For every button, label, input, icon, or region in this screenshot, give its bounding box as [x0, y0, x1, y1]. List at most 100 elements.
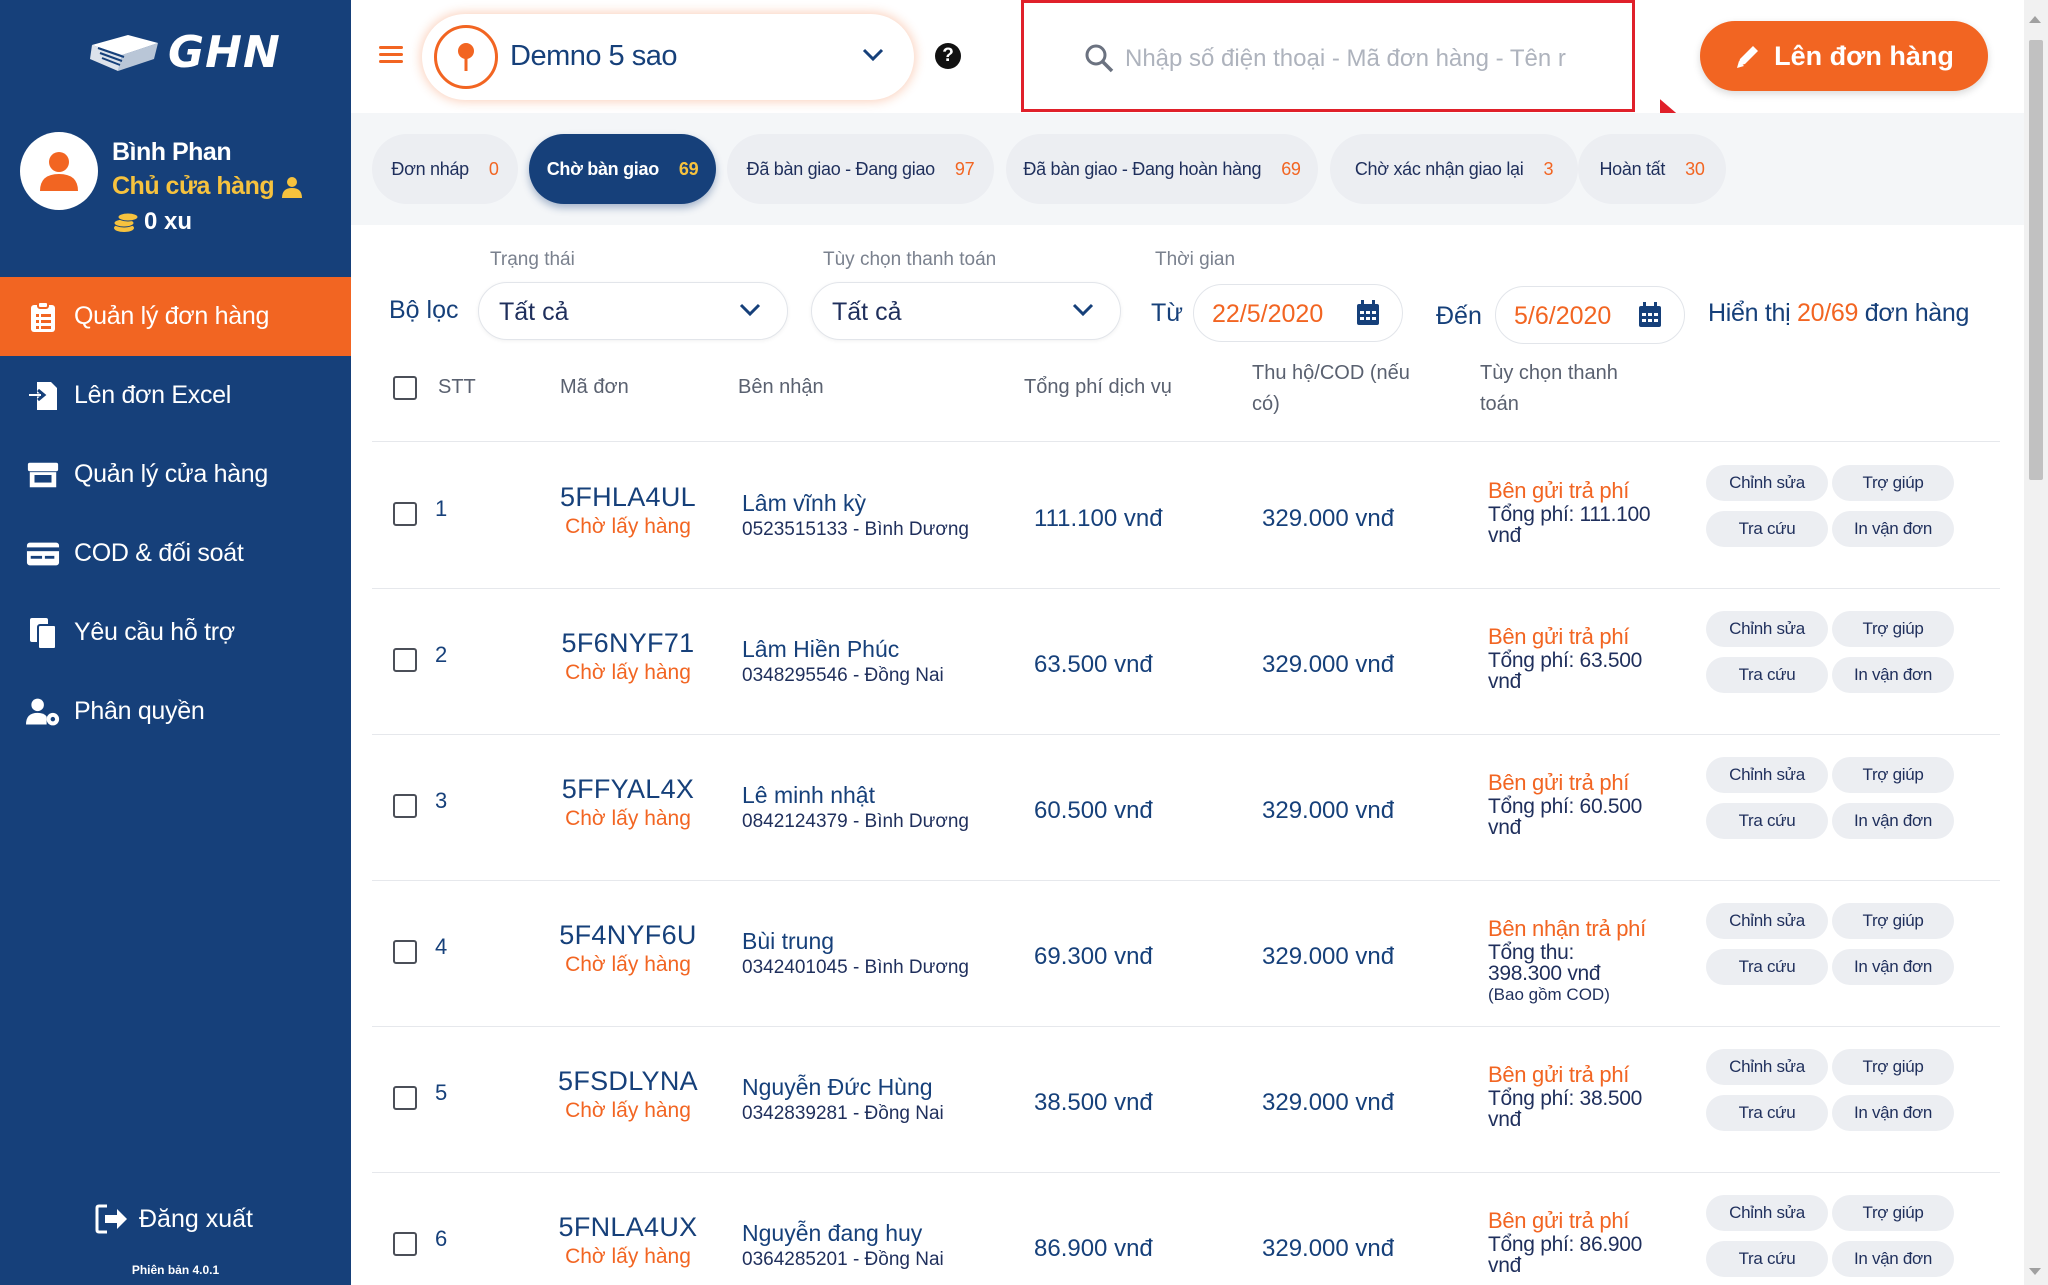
- help-button[interactable]: Trợ giúp: [1832, 903, 1954, 939]
- row-stt: 5: [435, 1080, 448, 1105]
- owner-icon: [282, 176, 303, 198]
- sidebar-item-label: Phân quyền: [74, 697, 205, 725]
- help-button[interactable]: Trợ giúp: [1832, 1049, 1954, 1085]
- row-checkbox[interactable]: [393, 940, 417, 964]
- lookup-button[interactable]: Tra cứu: [1706, 949, 1828, 985]
- search-box[interactable]: [1021, 0, 1635, 112]
- sidebar-item-excel[interactable]: Lên đơn Excel: [0, 356, 351, 435]
- order-code[interactable]: 5FNLA4UX: [528, 1212, 728, 1243]
- help-button[interactable]: Trợ giúp: [1832, 611, 1954, 647]
- row-checkbox[interactable]: [393, 648, 417, 672]
- edit-button[interactable]: Chỉnh sửa: [1706, 611, 1828, 647]
- print-waybill-button[interactable]: In vận đơn: [1832, 1095, 1954, 1131]
- search-input[interactable]: [1125, 39, 1605, 79]
- service-fee: 38.500 vnđ: [1034, 1089, 1153, 1116]
- sidebar-nav: Quản lý đơn hàng Lên đơn Excel Quản lý c…: [0, 277, 351, 751]
- time-filter-label: Thời gian: [1155, 249, 1236, 270]
- tab-count: 69: [678, 158, 699, 179]
- result-count: Hiển thị 20/69 đơn hàng: [1708, 299, 1969, 328]
- lookup-button[interactable]: Tra cứu: [1706, 657, 1828, 693]
- order-code[interactable]: 5FFYAL4X: [528, 774, 728, 805]
- order-status: Chờ lấy hàng: [565, 1099, 691, 1122]
- tab-waiting-handover[interactable]: Chờ bàn giao 69: [529, 134, 716, 204]
- tab-returning[interactable]: Đã bàn giao - Đang hoàn hàng 69: [1006, 134, 1318, 204]
- help-button[interactable]: Trợ giúp: [1832, 465, 1954, 501]
- help-icon[interactable]: ?: [935, 43, 961, 69]
- sidebar-item-permission[interactable]: Phân quyền: [0, 672, 351, 751]
- scrollbar-thumb[interactable]: [2029, 40, 2043, 480]
- order-code[interactable]: 5F4NYF6U: [528, 920, 728, 951]
- lookup-button[interactable]: Tra cứu: [1706, 511, 1828, 547]
- payment-select[interactable]: Tất cả: [811, 282, 1121, 340]
- copy-icon: [26, 616, 60, 650]
- order-code[interactable]: 5FHLA4UL: [528, 482, 728, 513]
- date-to-input[interactable]: 5/6/2020: [1495, 286, 1685, 344]
- print-waybill-button[interactable]: In vận đơn: [1832, 657, 1954, 693]
- tab-delivering[interactable]: Đã bàn giao - Đang giao 97: [727, 134, 994, 204]
- tab-confirm-redeliver[interactable]: Chờ xác nhận giao lại 3: [1330, 134, 1578, 204]
- sidebar-item-cod[interactable]: COD & đối soát: [0, 514, 351, 593]
- date-to-value: 5/6/2020: [1514, 302, 1612, 330]
- sidebar-item-store[interactable]: Quản lý cửa hàng: [0, 435, 351, 514]
- logout-icon: [95, 1204, 127, 1234]
- receiver-name: Lê minh nhật: [742, 782, 875, 808]
- status-select[interactable]: Tất cả: [478, 282, 788, 340]
- tab-count: 69: [1281, 158, 1301, 179]
- header-cod-line2: có): [1252, 393, 1280, 415]
- scroll-down-arrow[interactable]: [2029, 1268, 2041, 1275]
- ghn-logo[interactable]: GHN: [88, 22, 288, 82]
- chevron-down-icon: [862, 48, 884, 62]
- sidebar-item-orders[interactable]: Quản lý đơn hàng: [0, 277, 351, 356]
- help-button[interactable]: Trợ giúp: [1832, 1195, 1954, 1231]
- cod-amount: 329.000 vnđ: [1262, 797, 1395, 824]
- edit-button[interactable]: Chỉnh sửa: [1706, 465, 1828, 501]
- scroll-up-arrow[interactable]: [2029, 16, 2041, 23]
- receiver-name: Nguyễn đang huy: [742, 1220, 923, 1246]
- lookup-button[interactable]: Tra cứu: [1706, 1095, 1828, 1131]
- chevron-down-icon: [739, 303, 761, 317]
- sidebar-item-support[interactable]: Yêu cầu hỗ trợ: [0, 593, 351, 672]
- create-order-button[interactable]: Lên đơn hàng: [1700, 21, 1988, 91]
- edit-button[interactable]: Chỉnh sửa: [1706, 903, 1828, 939]
- edit-button[interactable]: Chỉnh sửa: [1706, 757, 1828, 793]
- payment-detail-2: vnđ: [1488, 1254, 1521, 1277]
- result-count-value: 20/69: [1797, 299, 1859, 327]
- receiver-contact: 0364285201 - Đồng Nai: [742, 1249, 944, 1270]
- table-row: 4 5F4NYF6U Chờ lấy hàng Bùi trung 0342401045…: [372, 881, 2000, 1027]
- store-selector[interactable]: Demno 5 sao: [422, 14, 914, 100]
- row-checkbox[interactable]: [393, 502, 417, 526]
- edit-button[interactable]: Chỉnh sửa: [1706, 1049, 1828, 1085]
- menu-toggle-icon[interactable]: [379, 46, 403, 64]
- print-waybill-button[interactable]: In vận đơn: [1832, 949, 1954, 985]
- date-from-input[interactable]: 22/5/2020: [1193, 284, 1403, 342]
- print-waybill-button[interactable]: In vận đơn: [1832, 803, 1954, 839]
- cod-amount: 329.000 vnđ: [1262, 651, 1395, 678]
- sidebar: GHN Bình Phan Chủ cửa hàng 0 xu Quản lý …: [0, 0, 351, 1285]
- order-code[interactable]: 5F6NYF71: [528, 628, 728, 659]
- receiver-contact: 0342401045 - Bình Dương: [742, 957, 969, 978]
- lookup-button[interactable]: Tra cứu: [1706, 1241, 1828, 1277]
- cod-amount: 329.000 vnđ: [1262, 1235, 1395, 1262]
- tab-draft[interactable]: Đơn nháp 0: [372, 134, 518, 204]
- order-code[interactable]: 5FSDLYNA: [528, 1066, 728, 1097]
- row-stt: 1: [435, 496, 448, 521]
- payment-detail-1: Tổng phí: 63.500: [1488, 649, 1642, 672]
- select-all-checkbox[interactable]: [393, 376, 417, 400]
- avatar[interactable]: [20, 132, 98, 210]
- service-fee: 60.500 vnđ: [1034, 797, 1153, 824]
- row-checkbox[interactable]: [393, 1086, 417, 1110]
- tab-completed[interactable]: Hoàn tất 30: [1578, 134, 1726, 204]
- row-checkbox[interactable]: [393, 794, 417, 818]
- payment-title: Bên gửi trả phí: [1488, 624, 1630, 649]
- edit-button[interactable]: Chỉnh sửa: [1706, 1195, 1828, 1231]
- help-button[interactable]: Trợ giúp: [1832, 757, 1954, 793]
- payment-title: Bên gửi trả phí: [1488, 770, 1630, 795]
- user-icon: [40, 152, 78, 191]
- sidebar-item-label: Quản lý đơn hàng: [74, 302, 270, 330]
- order-status: Chờ lấy hàng: [565, 1245, 691, 1268]
- print-waybill-button[interactable]: In vận đơn: [1832, 511, 1954, 547]
- logout-button[interactable]: Đăng xuất: [95, 1204, 253, 1234]
- row-checkbox[interactable]: [393, 1232, 417, 1256]
- print-waybill-button[interactable]: In vận đơn: [1832, 1241, 1954, 1277]
- lookup-button[interactable]: Tra cứu: [1706, 803, 1828, 839]
